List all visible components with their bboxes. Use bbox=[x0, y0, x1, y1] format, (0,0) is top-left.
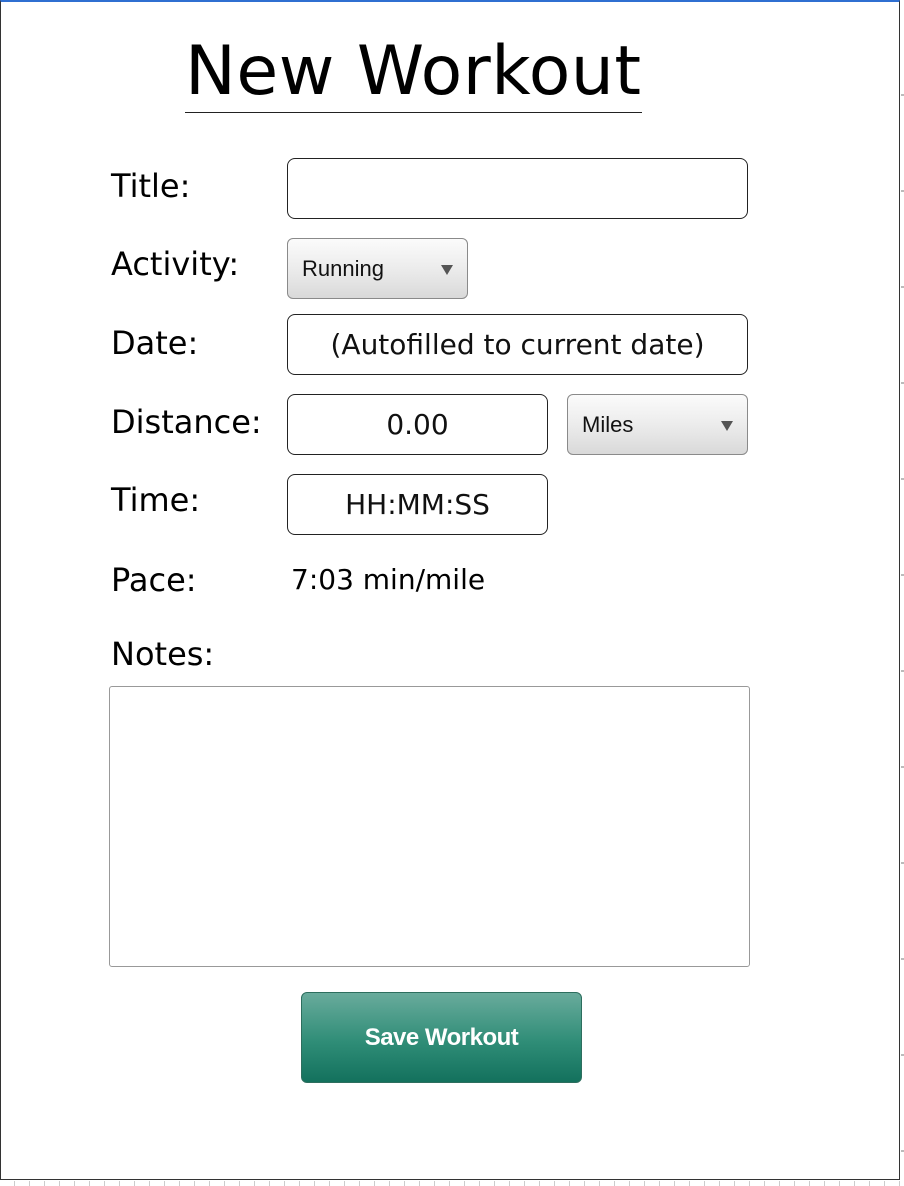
page-title: New Workout bbox=[185, 32, 642, 113]
workout-form-window: New Workout Title: Activity: Running Dat… bbox=[0, 0, 900, 1180]
pace-label: Pace: bbox=[111, 561, 197, 599]
distance-label: Distance: bbox=[111, 403, 262, 441]
distance-unit-select[interactable]: Miles bbox=[567, 394, 748, 455]
activity-select[interactable]: Running bbox=[287, 238, 468, 299]
time-value: HH:MM:SS bbox=[345, 488, 490, 521]
title-input[interactable] bbox=[287, 158, 748, 219]
date-value: (Autofilled to current date) bbox=[330, 328, 705, 361]
title-label: Title: bbox=[111, 167, 191, 205]
distance-value: 0.00 bbox=[386, 408, 449, 441]
time-label: Time: bbox=[111, 481, 201, 519]
notes-label: Notes: bbox=[111, 635, 215, 673]
activity-selected-value: Running bbox=[302, 255, 384, 281]
activity-label: Activity: bbox=[111, 245, 240, 283]
distance-unit-selected-value: Miles bbox=[582, 411, 634, 437]
save-workout-label: Save Workout bbox=[364, 1023, 519, 1051]
time-input[interactable]: HH:MM:SS bbox=[287, 474, 548, 535]
chevron-down-icon bbox=[441, 264, 453, 275]
distance-input[interactable]: 0.00 bbox=[287, 394, 548, 455]
window-bottom-ticks bbox=[0, 1181, 904, 1186]
save-workout-button[interactable]: Save Workout bbox=[301, 992, 582, 1083]
date-label: Date: bbox=[111, 324, 199, 362]
date-field[interactable]: (Autofilled to current date) bbox=[287, 314, 748, 375]
notes-textarea[interactable] bbox=[109, 686, 750, 967]
chevron-down-icon bbox=[721, 420, 733, 431]
pace-value: 7:03 min/mile bbox=[291, 563, 486, 596]
